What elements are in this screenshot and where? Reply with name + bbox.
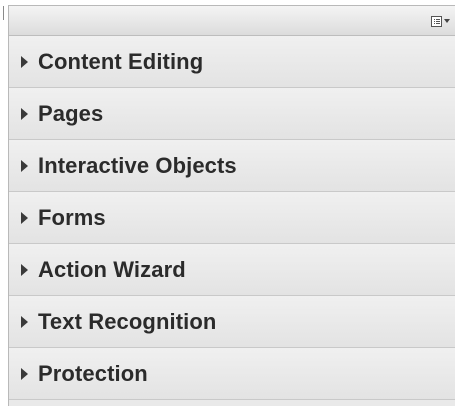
panel-header [9, 6, 455, 36]
section-pages[interactable]: Pages [9, 88, 455, 140]
section-label: Forms [38, 204, 106, 230]
expand-arrow-icon [21, 367, 28, 380]
section-label: Interactive Objects [38, 152, 237, 178]
tools-pane-window: Content Editing Pages Interactive Object… [0, 0, 455, 406]
section-label: Pages [38, 100, 104, 126]
section-label: Text Recognition [38, 308, 217, 334]
expand-arrow-icon [21, 315, 28, 328]
section-content-editing[interactable]: Content Editing [9, 36, 455, 88]
section-text-recognition[interactable]: Text Recognition [9, 296, 455, 348]
expand-arrow-icon [21, 55, 28, 68]
section-label: Protection [38, 360, 148, 386]
pane-edge-divider [3, 6, 4, 20]
chevron-down-icon [444, 19, 450, 23]
section-interactive-objects[interactable]: Interactive Objects [9, 140, 455, 192]
section-label: Content Editing [38, 48, 204, 74]
section-label: Action Wizard [38, 256, 186, 282]
expand-arrow-icon [21, 159, 28, 172]
expand-arrow-icon [21, 107, 28, 120]
panel-options-button[interactable] [431, 13, 453, 29]
list-options-icon [431, 15, 442, 27]
section-action-wizard[interactable]: Action Wizard [9, 244, 455, 296]
section-forms[interactable]: Forms [9, 192, 455, 244]
tools-panel: Content Editing Pages Interactive Object… [8, 5, 455, 406]
expand-arrow-icon [21, 263, 28, 276]
expand-arrow-icon [21, 211, 28, 224]
section-protection[interactable]: Protection [9, 348, 455, 400]
